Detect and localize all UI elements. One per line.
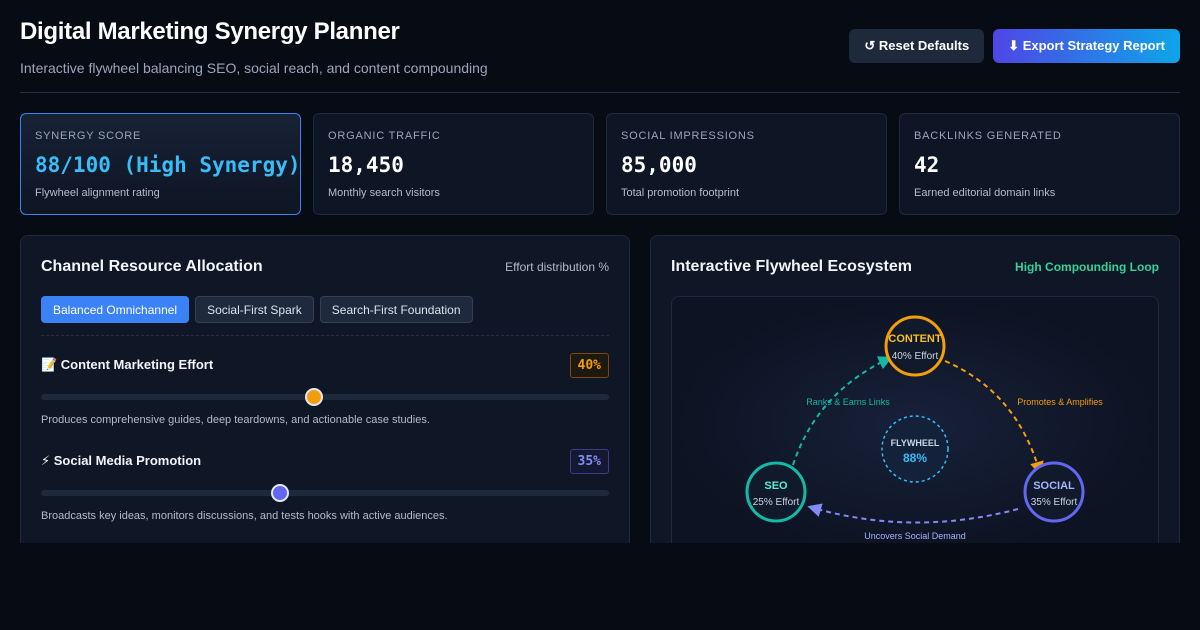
stat-label: ORGANIC TRAFFIC xyxy=(328,130,441,142)
stat-label: SOCIAL IMPRESSIONS xyxy=(621,130,755,142)
link-label-social-seo: Uncovers Social Demand xyxy=(864,531,966,541)
page-title: Digital Marketing Synergy Planner xyxy=(20,18,400,45)
header-divider xyxy=(20,92,1180,93)
header-actions: ↺ Reset Defaults ⬇ Export Strategy Repor… xyxy=(849,29,1180,63)
node-seo[interactable]: SEO 25% Effort xyxy=(745,461,807,523)
channel-name: 📝 Content Marketing Effort xyxy=(41,357,214,372)
loop-status-badge: High Compounding Loop xyxy=(1015,260,1159,274)
channel-content: 📝 Content Marketing Effort 40% Produces … xyxy=(41,352,609,426)
stat-desc: Earned editorial domain links xyxy=(914,187,1056,199)
node-name: SOCIAL xyxy=(1033,480,1075,492)
page-subtitle: Interactive flywheel balancing SEO, soci… xyxy=(20,60,488,76)
stat-card-social-impressions: SOCIAL IMPRESSIONS 85,000 Total promotio… xyxy=(606,113,887,215)
flywheel-canvas: Ranks & Earns Links Promotes & Amplifies… xyxy=(671,296,1159,556)
panel-title: Channel Resource Allocation xyxy=(41,258,263,275)
node-social[interactable]: SOCIAL 35% Effort xyxy=(1023,461,1085,523)
node-effort: 40% Effort xyxy=(892,351,939,362)
flywheel-center-circle xyxy=(881,415,949,483)
social-effort-slider[interactable] xyxy=(41,484,609,502)
link-seo-to-content xyxy=(792,356,893,466)
node-name: CONTENT xyxy=(888,333,941,345)
channel-social: ⚡ Social Media Promotion 35% Broadcasts … xyxy=(41,448,609,522)
slider-thumb[interactable] xyxy=(270,484,289,502)
stat-value: 18,450 xyxy=(328,153,404,177)
page-cutoff-mask xyxy=(0,543,1200,630)
page-header: Digital Marketing Synergy Planner Intera… xyxy=(20,18,488,76)
flywheel-center-label: FLYWHEEL xyxy=(891,438,940,448)
flywheel-panel: Interactive Flywheel Ecosystem High Comp… xyxy=(650,235,1180,565)
channel-allocation-panel: Channel Resource Allocation Effort distr… xyxy=(20,235,630,565)
stat-value: 88/100 (High Synergy) xyxy=(35,153,301,177)
section-divider xyxy=(41,335,609,336)
node-effort: 35% Effort xyxy=(1031,497,1078,508)
node-effort: 25% Effort xyxy=(753,497,800,508)
panel-title: Interactive Flywheel Ecosystem xyxy=(671,258,912,275)
panel-tag: Effort distribution % xyxy=(505,260,609,274)
stat-card-organic-traffic: ORGANIC TRAFFIC 18,450 Monthly search vi… xyxy=(313,113,594,215)
channel-description: Broadcasts key ideas, monitors discussio… xyxy=(41,510,448,522)
stat-card-backlinks: BACKLINKS GENERATED 42 Earned editorial … xyxy=(899,113,1180,215)
link-social-to-seo xyxy=(807,503,1019,524)
stat-desc: Monthly search visitors xyxy=(328,187,440,199)
panel-header: Interactive Flywheel Ecosystem High Comp… xyxy=(671,258,1159,276)
node-name: SEO xyxy=(764,480,788,492)
stat-value: 42 xyxy=(914,153,940,177)
channel-percent-badge: 40% xyxy=(569,352,609,378)
stat-label: BACKLINKS GENERATED xyxy=(914,130,1062,142)
stat-label: SYNERGY SCORE xyxy=(35,130,142,142)
stat-card-synergy-score: SYNERGY SCORE 88/100 (High Synergy) Flyw… xyxy=(20,113,301,215)
stats-row: SYNERGY SCORE 88/100 (High Synergy) Flyw… xyxy=(20,113,1180,215)
reset-defaults-button[interactable]: ↺ Reset Defaults xyxy=(849,29,985,63)
link-content-to-social xyxy=(944,360,1044,476)
preset-balanced-omnichannel[interactable]: Balanced Omnichannel xyxy=(41,296,190,323)
stat-desc: Flywheel alignment rating xyxy=(35,187,160,199)
stat-desc: Total promotion footprint xyxy=(621,187,740,199)
preset-social-first-spark[interactable]: Social-First Spark xyxy=(195,296,314,323)
link-label-seo-content: Ranks & Earns Links xyxy=(806,397,890,407)
flywheel-center-value: 88% xyxy=(903,451,927,465)
link-label-content-social: Promotes & Amplifies xyxy=(1017,397,1103,407)
channel-name: ⚡ Social Media Promotion xyxy=(41,453,202,468)
flywheel-diagram: Ranks & Earns Links Promotes & Amplifies… xyxy=(745,315,1103,541)
preset-tabs: Balanced Omnichannel Social-First Spark … xyxy=(41,296,473,323)
channel-description: Produces comprehensive guides, deep tear… xyxy=(41,414,430,426)
channel-percent-badge: 35% xyxy=(569,448,609,474)
panel-header: Channel Resource Allocation Effort distr… xyxy=(41,258,609,276)
export-report-button[interactable]: ⬇ Export Strategy Report xyxy=(993,29,1180,63)
node-content[interactable]: CONTENT 40% Effort xyxy=(884,315,946,377)
preset-search-first-foundation[interactable]: Search-First Foundation xyxy=(319,296,473,323)
stat-value: 85,000 xyxy=(621,153,697,177)
content-effort-slider[interactable] xyxy=(41,388,609,406)
slider-thumb[interactable] xyxy=(304,388,323,406)
